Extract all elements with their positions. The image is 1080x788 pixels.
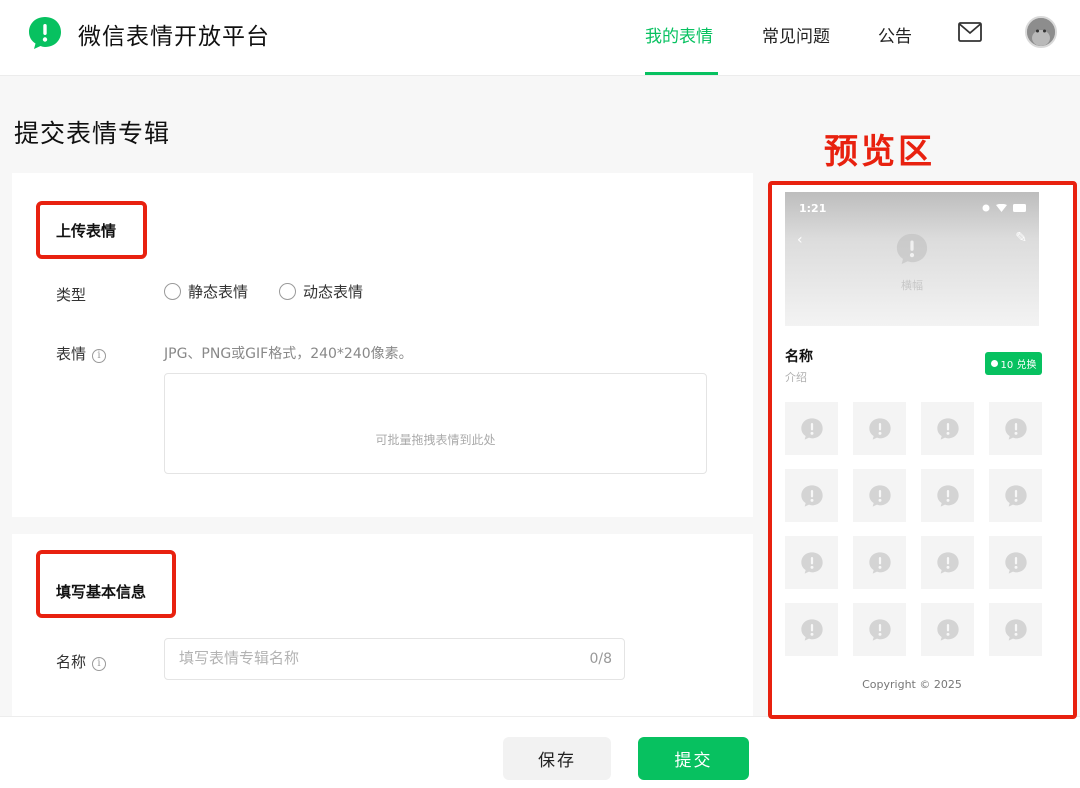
save-button[interactable]: 保存 [503, 737, 611, 780]
album-name-input[interactable] [179, 649, 559, 667]
nav-faq[interactable]: 常见问题 [762, 22, 830, 47]
user-avatar[interactable] [1025, 16, 1057, 48]
submit-button[interactable]: 提交 [638, 737, 749, 780]
preview-banner: 1:21 ‹ ✎ 横幅 [785, 192, 1039, 326]
placeholder-sticker-icon [800, 618, 823, 641]
preview-sticker-slot [785, 402, 838, 455]
edit-icon: ✎ [1015, 230, 1027, 246]
dropzone-text: 可批量拖拽表情到此处 [375, 433, 496, 447]
placeholder-sticker-icon [868, 551, 891, 574]
name-char-counter: 0/8 [589, 651, 612, 667]
info-icon[interactable]: i [92, 349, 107, 363]
preview-album-description: 介绍 [785, 371, 807, 384]
radio-static-label: 静态表情 [188, 282, 249, 301]
upload-section-annotation-box [36, 201, 147, 259]
mail-icon[interactable] [958, 22, 982, 42]
radio-animated-sticker[interactable]: 动态表情 [279, 282, 364, 301]
preview-copyright: Copyright © 2025 [862, 678, 962, 691]
signal-icon [982, 204, 990, 212]
placeholder-sticker-icon [868, 484, 891, 507]
placeholder-sticker-icon [800, 551, 823, 574]
battery-icon [1013, 204, 1026, 212]
status-icons [982, 204, 1027, 212]
preview-sticker-slot [921, 469, 974, 522]
badge-text: 10 兑换 [1000, 360, 1037, 371]
preview-sticker-slot [921, 603, 974, 656]
preview-sticker-slot [989, 469, 1042, 522]
active-tab-indicator [645, 72, 718, 75]
preview-redeem-badge: 10 兑换 [985, 352, 1042, 375]
preview-sticker-slot [989, 536, 1042, 589]
nav-announcements[interactable]: 公告 [878, 22, 912, 47]
preview-album-name: 名称 [785, 349, 813, 365]
badge-dot-icon [990, 360, 998, 367]
radio-circle[interactable] [164, 282, 181, 300]
album-name-field[interactable]: 0/8 [164, 638, 625, 680]
nav-my-stickers[interactable]: 我的表情 [645, 22, 713, 47]
radio-animated-label: 动态表情 [303, 282, 364, 301]
platform-title[interactable]: 微信表情开放平台 [78, 17, 270, 51]
preview-sticker-slot [921, 402, 974, 455]
preview-annotation-label: 预览区 [824, 132, 935, 172]
sticker-field-label: 表情 i [56, 343, 107, 364]
format-hint: JPG、PNG或GIF格式，240*240像素。 [164, 346, 413, 362]
sticker-label-text: 表情 [56, 345, 87, 363]
preview-sticker-grid [785, 402, 1045, 658]
placeholder-sticker-icon [1004, 618, 1027, 641]
info-icon[interactable]: i [92, 657, 107, 671]
preview-sticker-slot [853, 536, 906, 589]
placeholder-sticker-icon [868, 417, 891, 440]
preview-sticker-slot [989, 402, 1042, 455]
banner-caption: 横幅 [901, 279, 923, 292]
top-navigation-bar: 微信表情开放平台 我的表情 常见问题 公告 [0, 0, 1080, 76]
placeholder-sticker-icon [936, 618, 959, 641]
placeholder-sticker-icon [1004, 484, 1027, 507]
preview-sticker-slot [785, 469, 838, 522]
wifi-icon [996, 204, 1007, 212]
back-icon: ‹ [797, 232, 803, 248]
radio-circle[interactable] [279, 282, 296, 300]
name-label-text: 名称 [56, 653, 87, 671]
preview-sticker-slot [785, 536, 838, 589]
placeholder-sticker-icon [1004, 417, 1027, 440]
placeholder-sticker-icon [936, 484, 959, 507]
placeholder-sticker-icon [800, 417, 823, 440]
radio-static-sticker[interactable]: 静态表情 [164, 282, 249, 301]
placeholder-sticker-icon [800, 484, 823, 507]
status-time: 1:21 [799, 202, 827, 215]
placeholder-sticker-icon [936, 551, 959, 574]
preview-sticker-slot [853, 603, 906, 656]
type-label: 类型 [56, 286, 87, 304]
preview-sticker-slot [853, 402, 906, 455]
preview-sticker-slot [853, 469, 906, 522]
basic-info-annotation-box [36, 550, 176, 618]
placeholder-sticker-icon [1004, 551, 1027, 574]
placeholder-sticker-icon [936, 417, 959, 440]
name-field-label: 名称 i [56, 651, 107, 672]
wechat-sticker-logo-icon[interactable] [27, 15, 63, 51]
placeholder-sticker-icon [896, 233, 928, 265]
preview-sticker-slot [921, 536, 974, 589]
placeholder-sticker-icon [868, 618, 891, 641]
preview-sticker-slot [989, 603, 1042, 656]
preview-sticker-slot [785, 603, 838, 656]
page-title: 提交表情专辑 [14, 119, 171, 148]
sticker-dropzone[interactable]: 可批量拖拽表情到此处 [164, 373, 707, 474]
